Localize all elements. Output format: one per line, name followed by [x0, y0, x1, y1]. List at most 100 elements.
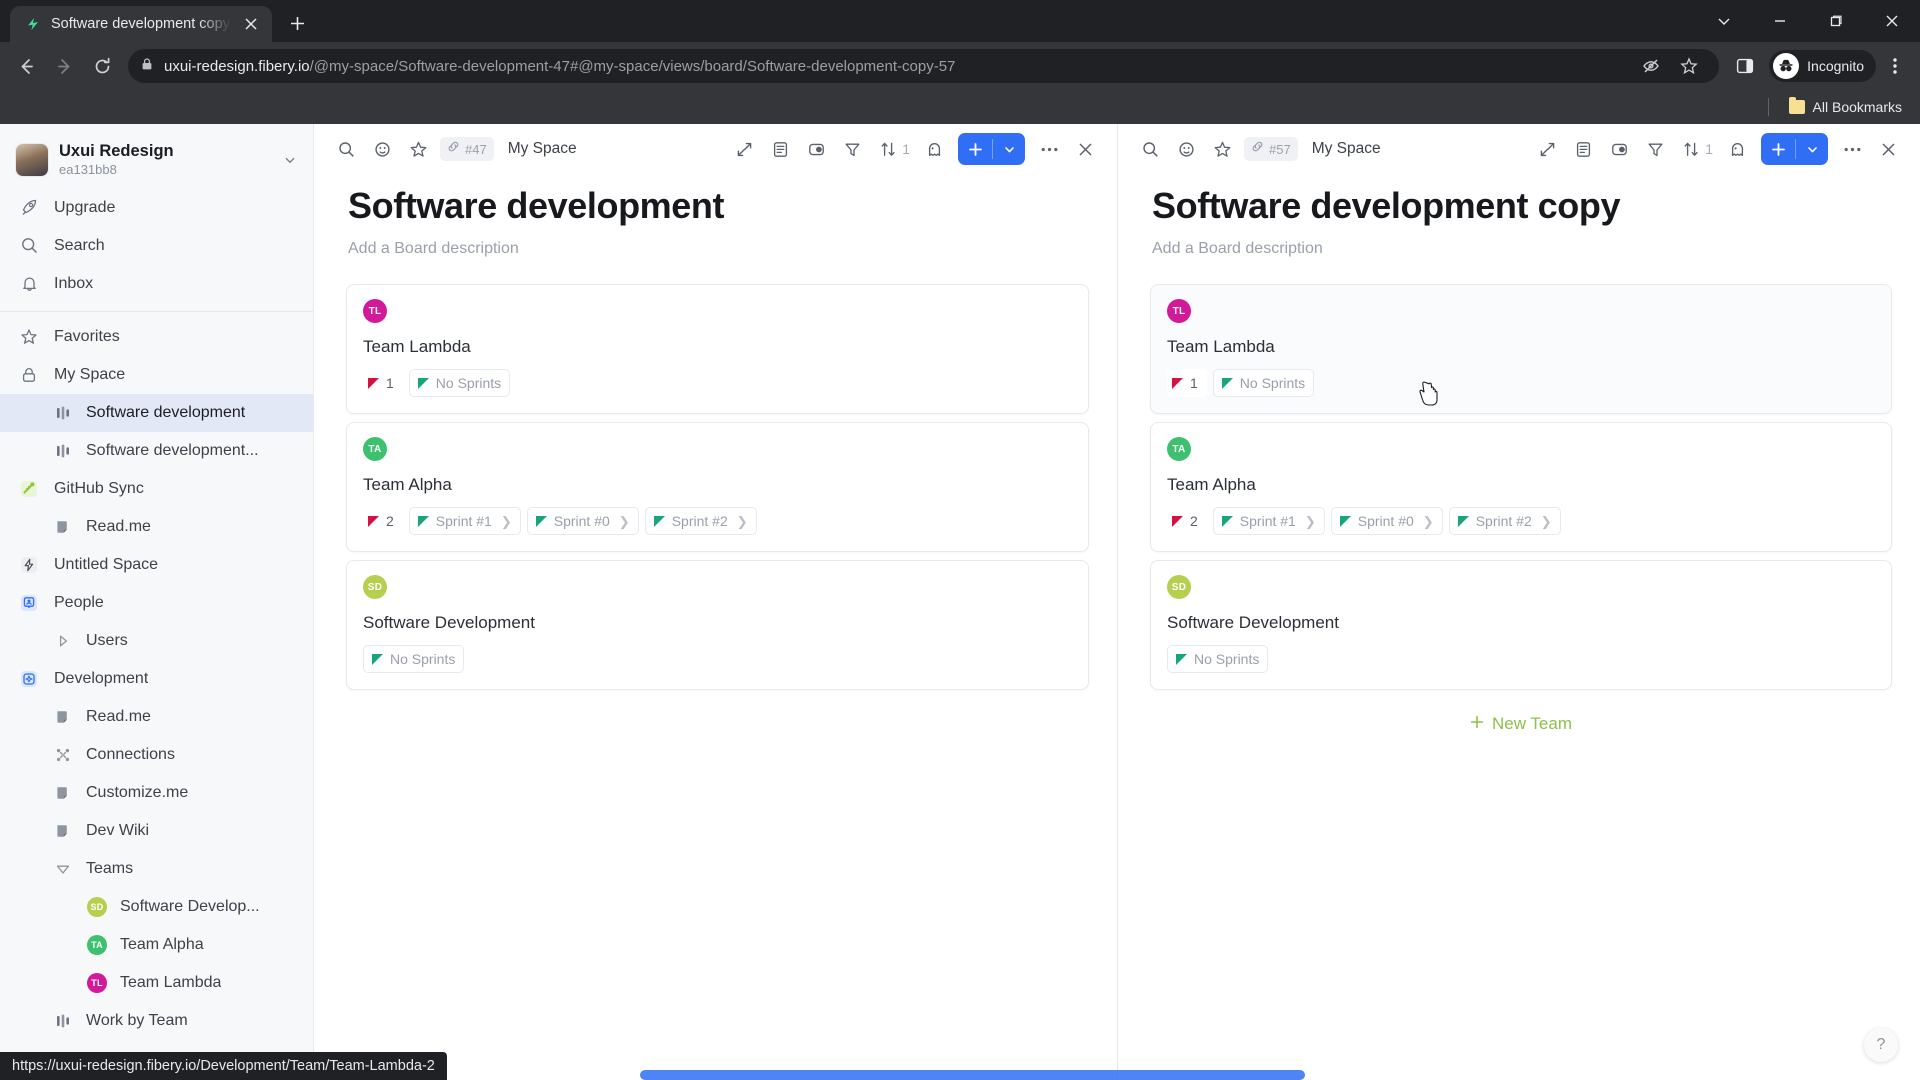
chevron-right-icon[interactable]: ❯: [501, 515, 512, 528]
document-view-icon[interactable]: [764, 133, 796, 165]
card-title[interactable]: Software Development: [363, 613, 1072, 633]
sidebar-item-team-lambda[interactable]: TL Team Lambda: [0, 964, 313, 1002]
address-bar[interactable]: uxui-redesign.fibery.io/@my-space/Softwa…: [128, 48, 1720, 84]
sprint-chip[interactable]: Sprint #0 ❯: [1330, 507, 1443, 536]
team-card[interactable]: SD Software Development No Sprints: [346, 560, 1089, 691]
search-icon[interactable]: [1134, 133, 1166, 165]
star-icon[interactable]: [1206, 133, 1238, 165]
sidebar-item-inbox[interactable]: Inbox: [0, 265, 313, 303]
horizontal-scrollbar[interactable]: [640, 1070, 1305, 1080]
ghost-icon[interactable]: [918, 133, 950, 165]
sort-control[interactable]: 1: [1675, 133, 1717, 165]
view-toggle-icon[interactable]: [800, 133, 832, 165]
no-sprints-chip[interactable]: No Sprints: [408, 369, 511, 398]
sidebar-item-development[interactable]: Development: [0, 660, 313, 698]
bookmark-star-icon[interactable]: [1671, 48, 1707, 84]
team-card[interactable]: TA Team Alpha 2 Sprint #1 ❯ Sprint #0 ❯ Sprint …: [346, 422, 1089, 553]
chevron-right-icon[interactable]: ❯: [1541, 515, 1552, 528]
sidebar-item-favorites[interactable]: Favorites: [0, 318, 313, 356]
card-title[interactable]: Team Alpha: [1167, 475, 1875, 495]
add-dropdown-caret-icon[interactable]: [993, 133, 1025, 165]
sort-control[interactable]: 1: [872, 133, 914, 165]
entity-id-badge[interactable]: #57: [1244, 137, 1298, 161]
tab-search-chevron-icon[interactable]: [1696, 0, 1752, 42]
expand-icon[interactable]: [1531, 133, 1563, 165]
more-options-button[interactable]: [1836, 133, 1868, 165]
three-dot-menu-icon[interactable]: [1878, 48, 1912, 84]
no-sprints-chip[interactable]: No Sprints: [363, 645, 465, 674]
priority-count-chip[interactable]: 1: [363, 369, 403, 398]
chevron-right-icon[interactable]: ❯: [1423, 515, 1434, 528]
team-card[interactable]: TL Team Lambda 1 No Sprints: [1150, 284, 1892, 415]
sidebar-item-read-me[interactable]: Read.me: [0, 698, 313, 736]
side-panel-icon[interactable]: [1727, 48, 1763, 84]
view-toggle-icon[interactable]: [1603, 133, 1635, 165]
sidebar-item-work-by-team[interactable]: Work by Team: [0, 1002, 313, 1040]
card-title[interactable]: Team Lambda: [363, 337, 1072, 357]
tab-close-icon[interactable]: [240, 13, 262, 35]
sidebar-item-users[interactable]: Users: [0, 622, 313, 660]
sidebar-item-connections[interactable]: Connections: [0, 736, 313, 774]
board-description-placeholder[interactable]: Add a Board description: [1152, 240, 1892, 258]
sidebar-item-team-alpha[interactable]: TA Team Alpha: [0, 926, 313, 964]
star-icon[interactable]: [402, 133, 434, 165]
add-button[interactable]: [1761, 133, 1795, 165]
sidebar-item-software-development[interactable]: Software development: [0, 393, 313, 432]
priority-count-chip[interactable]: 2: [363, 507, 403, 536]
sidebar-item-search[interactable]: Search: [0, 227, 313, 265]
document-view-icon[interactable]: [1567, 133, 1599, 165]
add-dropdown-caret-icon[interactable]: [1796, 133, 1828, 165]
reload-button[interactable]: [84, 48, 120, 84]
browser-tab[interactable]: Software development copy | Fib: [10, 6, 272, 42]
maximize-button[interactable]: [1808, 0, 1864, 42]
sidebar-item-github-sync[interactable]: GitHub Sync: [0, 470, 313, 508]
more-options-button[interactable]: [1033, 133, 1065, 165]
search-icon[interactable]: [330, 133, 362, 165]
sidebar-item-software-development[interactable]: Software development...: [0, 432, 313, 470]
site-information-icon[interactable]: [140, 57, 154, 76]
minimize-button[interactable]: [1752, 0, 1808, 42]
team-card[interactable]: TA Team Alpha 2 Sprint #1 ❯ Sprint #0 ❯ Sprint …: [1150, 422, 1892, 553]
close-window-button[interactable]: [1864, 0, 1920, 42]
sidebar-item-dev-wiki[interactable]: Dev Wiki: [0, 812, 313, 850]
team-card[interactable]: TL Team Lambda 1 No Sprints: [346, 284, 1089, 415]
sidebar-item-upgrade[interactable]: Upgrade: [0, 189, 313, 227]
close-panel-button[interactable]: [1872, 133, 1904, 165]
priority-count-chip[interactable]: 2: [1167, 507, 1207, 536]
profile-chip[interactable]: Incognito: [1769, 50, 1876, 82]
sidebar-item-untitled-space[interactable]: Untitled Space: [0, 546, 313, 584]
sidebar-item-people[interactable]: People: [0, 584, 313, 622]
back-button[interactable]: [8, 48, 44, 84]
help-button[interactable]: ?: [1864, 1028, 1898, 1062]
chevron-right-icon[interactable]: ❯: [619, 515, 630, 528]
card-title[interactable]: Software Development: [1167, 613, 1875, 633]
entity-id-badge[interactable]: #47: [440, 137, 494, 161]
emoji-icon[interactable]: [1170, 133, 1202, 165]
add-button[interactable]: [958, 133, 992, 165]
space-breadcrumb[interactable]: My Space: [508, 140, 577, 158]
expand-icon[interactable]: [728, 133, 760, 165]
space-breadcrumb[interactable]: My Space: [1312, 140, 1381, 158]
sprint-chip[interactable]: Sprint #0 ❯: [526, 507, 639, 536]
sidebar-item-customize-me[interactable]: Customize.me: [0, 774, 313, 812]
sidebar-item-software-develop[interactable]: SD Software Develop...: [0, 888, 313, 926]
page-title[interactable]: Software development: [348, 185, 1089, 226]
chevron-right-icon[interactable]: ❯: [737, 515, 748, 528]
sidebar-item-teams[interactable]: Teams: [0, 850, 313, 888]
all-bookmarks-button[interactable]: All Bookmarks: [1783, 95, 1908, 119]
ghost-icon[interactable]: [1721, 133, 1753, 165]
new-team-button[interactable]: New Team: [1150, 698, 1892, 734]
sprint-chip[interactable]: Sprint #1 ❯: [408, 507, 521, 536]
board-description-placeholder[interactable]: Add a Board description: [348, 240, 1089, 258]
sprint-chip[interactable]: Sprint #1 ❯: [1212, 507, 1325, 536]
page-title[interactable]: Software development copy: [1152, 185, 1892, 226]
eye-slash-icon[interactable]: [1633, 48, 1669, 84]
close-panel-button[interactable]: [1069, 133, 1101, 165]
no-sprints-chip[interactable]: No Sprints: [1212, 369, 1315, 398]
sidebar-item-my-space[interactable]: My Space: [0, 356, 313, 394]
sprint-chip[interactable]: Sprint #2 ❯: [644, 507, 757, 536]
sprint-chip[interactable]: Sprint #2 ❯: [1448, 507, 1561, 536]
priority-count-chip[interactable]: 1: [1167, 369, 1207, 398]
new-tab-button[interactable]: [280, 6, 314, 40]
card-title[interactable]: Team Alpha: [363, 475, 1072, 495]
